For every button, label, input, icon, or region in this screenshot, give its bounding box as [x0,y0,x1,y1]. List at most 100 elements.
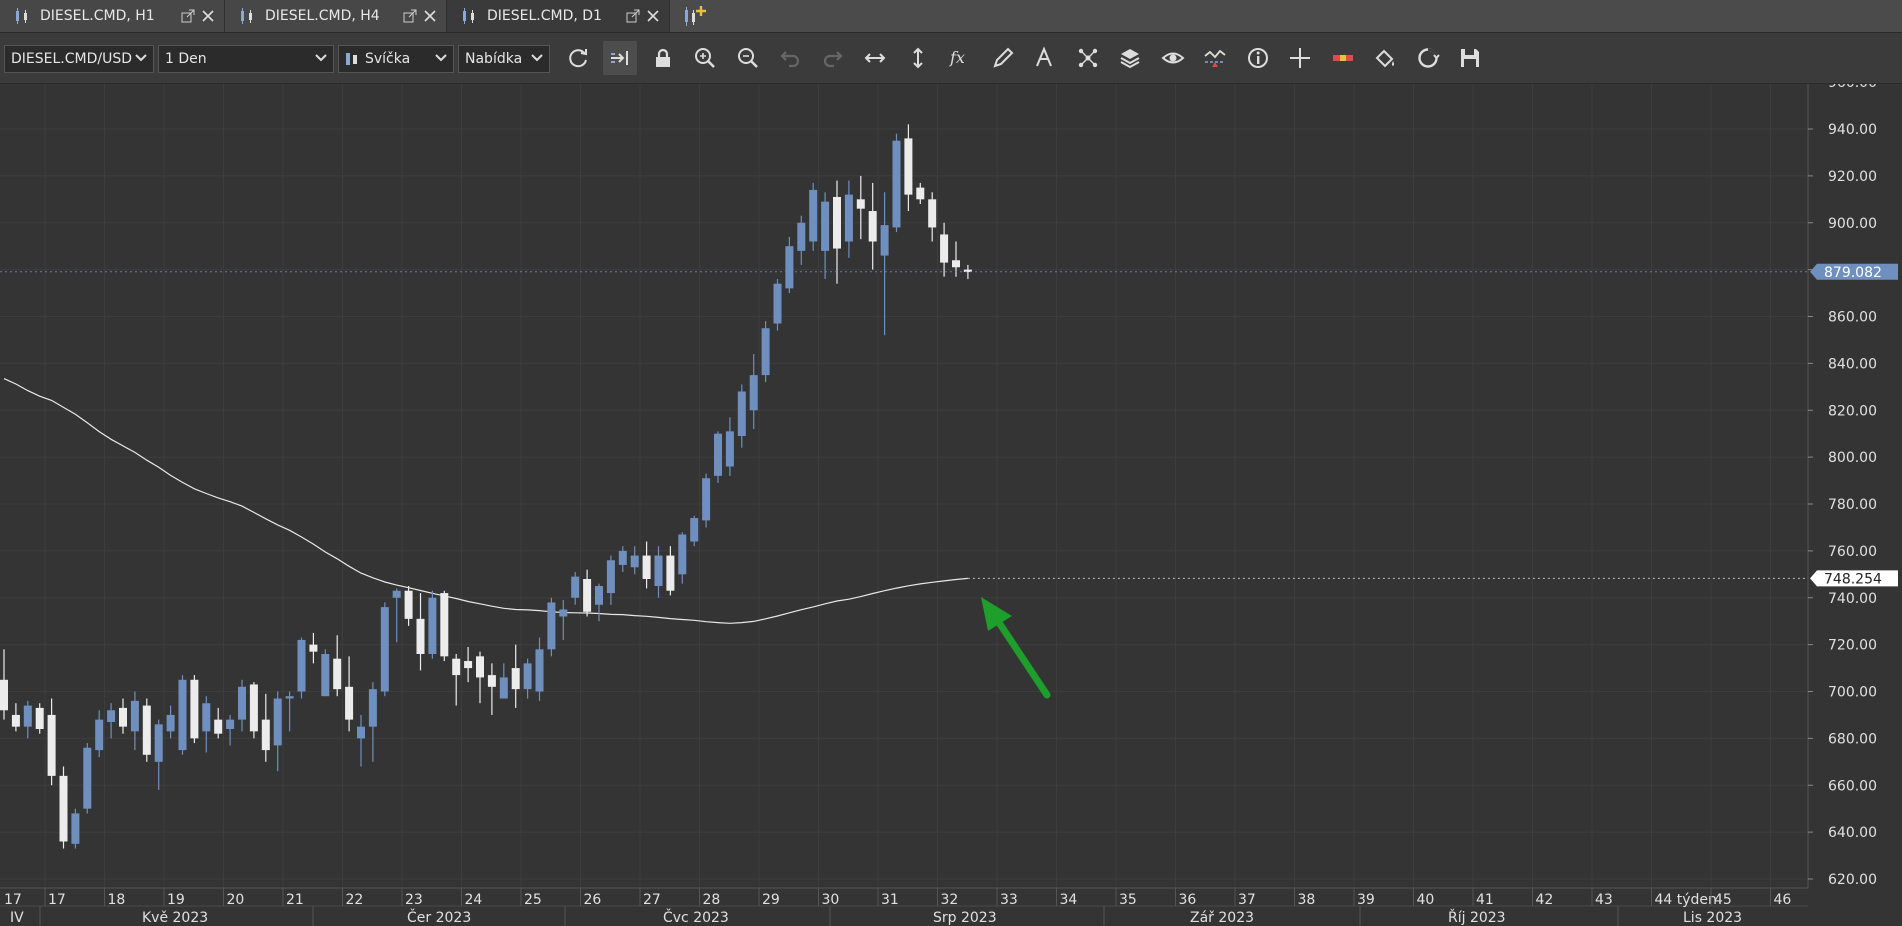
price-tick-label: 900.00 [1828,216,1877,232]
candle [71,808,80,849]
candle [23,700,32,739]
popout-icon[interactable] [180,8,196,24]
chart-type-select[interactable]: Svíčka [338,45,454,73]
zoom-in-icon [695,48,715,68]
text-icon [1036,46,1052,67]
cycle-button[interactable] [1411,41,1445,75]
undo-button[interactable] [773,41,807,75]
trade-signals-button[interactable] [1198,41,1232,75]
refresh-button[interactable] [561,41,595,75]
lock-button[interactable] [646,41,680,75]
new-chart-icon[interactable] [680,4,708,28]
candle-body [737,391,746,437]
chart-toolbar: DIESEL.CMD/USD 1 Den Svíčka Nabídka fx [0,33,1902,84]
candle-body [0,679,8,711]
candle-body [238,686,246,720]
paint-icon [1375,49,1394,68]
fit-vertical-button[interactable] [901,41,935,75]
candle-body [345,686,354,720]
info-button[interactable] [1241,41,1275,75]
autoshift-button[interactable] [603,41,637,75]
candle [190,675,199,744]
tab-title: DIESEL.CMD, H4 [265,8,380,24]
zoom-in-button[interactable] [688,41,722,75]
time-axis[interactable]: 17 17 18 19 20 21 22 23 24 25 26 27 28 29 30 31 32 33 34 35… [0,887,1902,926]
candle [535,637,544,701]
price-side-value: Nabídka [465,51,523,67]
crosshair-button[interactable] [1283,41,1317,75]
week-label: 18 [108,892,126,908]
zoom-out-icon [738,48,758,68]
instrument-select[interactable]: DIESEL.CMD/USD [4,45,154,73]
price-axis[interactable]: 620.00 640.00 660.00 680.00 700.00 720.00 740.… [1807,75,1902,888]
candle [285,691,294,732]
month-label: Lis 2023 [1683,910,1742,926]
price-tick-label: 820.00 [1828,403,1877,419]
close-icon[interactable] [645,8,661,24]
redo-button[interactable] [816,41,850,75]
tab-diesel-d1[interactable]: DIESEL.CMD, D1 [447,0,670,32]
candle [785,236,794,294]
candle-body [464,661,473,669]
candle [809,182,818,251]
candle-body [844,194,853,242]
tab-diesel-h4[interactable]: DIESEL.CMD, H4 [225,0,447,32]
indicators-button[interactable]: fx [943,41,977,75]
tab-diesel-h1[interactable]: DIESEL.CMD, H1 [0,0,225,32]
pattern-button[interactable] [1071,41,1105,75]
candle [476,651,484,704]
chart-grid [0,84,1808,888]
week-label: 19 [167,892,185,908]
cycle-icon [1418,48,1440,68]
candle-body [499,677,508,699]
week-label: 33 [1000,892,1018,908]
candle [844,180,853,258]
candle [654,546,663,598]
close-icon[interactable] [200,8,216,24]
candle-body [119,707,127,727]
paint-button[interactable] [1368,41,1402,75]
candle-body [368,689,377,727]
candlestick-icon [463,8,474,24]
candle-body [404,590,413,619]
popout-icon[interactable] [402,8,418,24]
chevron-down-icon [531,54,543,62]
undo-icon [780,51,800,68]
candle-body [666,555,675,591]
layers-button[interactable] [1113,41,1147,75]
price-tick-label: 740.00 [1828,591,1877,607]
candle-body [309,644,318,652]
price-chart[interactable]: 620.00 640.00 660.00 680.00 700.00 720.00 740.… [0,0,1902,926]
candle-body [130,700,139,732]
week-label: 22 [346,892,364,908]
candle-body [487,675,496,687]
close-icon[interactable] [422,8,438,24]
candle-body [714,433,722,476]
candle [238,679,246,732]
candle [595,583,603,622]
fit-horizontal-button[interactable] [858,41,892,75]
candle-body [273,698,282,746]
period-value: 1 Den [165,51,207,67]
ruler-button[interactable] [1326,41,1360,75]
candle [821,192,830,279]
text-button[interactable] [1028,41,1062,75]
last-price-label: 879.082 [1824,265,1882,281]
week-label: 31 [881,892,899,908]
price-side-select[interactable]: Nabídka [458,45,550,73]
candle-body [856,199,865,209]
candle [130,691,139,751]
price-tick-label: 680.00 [1828,731,1877,747]
save-button[interactable] [1453,41,1487,75]
week-label: 32 [941,892,959,908]
visibility-button[interactable] [1156,41,1190,75]
candle [690,515,699,547]
candle-body [654,555,663,587]
moving-average-series [3,378,968,624]
draw-button[interactable] [986,41,1020,75]
candle-body [249,684,258,732]
candle [357,714,365,767]
popout-icon[interactable] [625,8,641,24]
zoom-out-button[interactable] [731,41,765,75]
period-select[interactable]: 1 Den [158,45,334,73]
